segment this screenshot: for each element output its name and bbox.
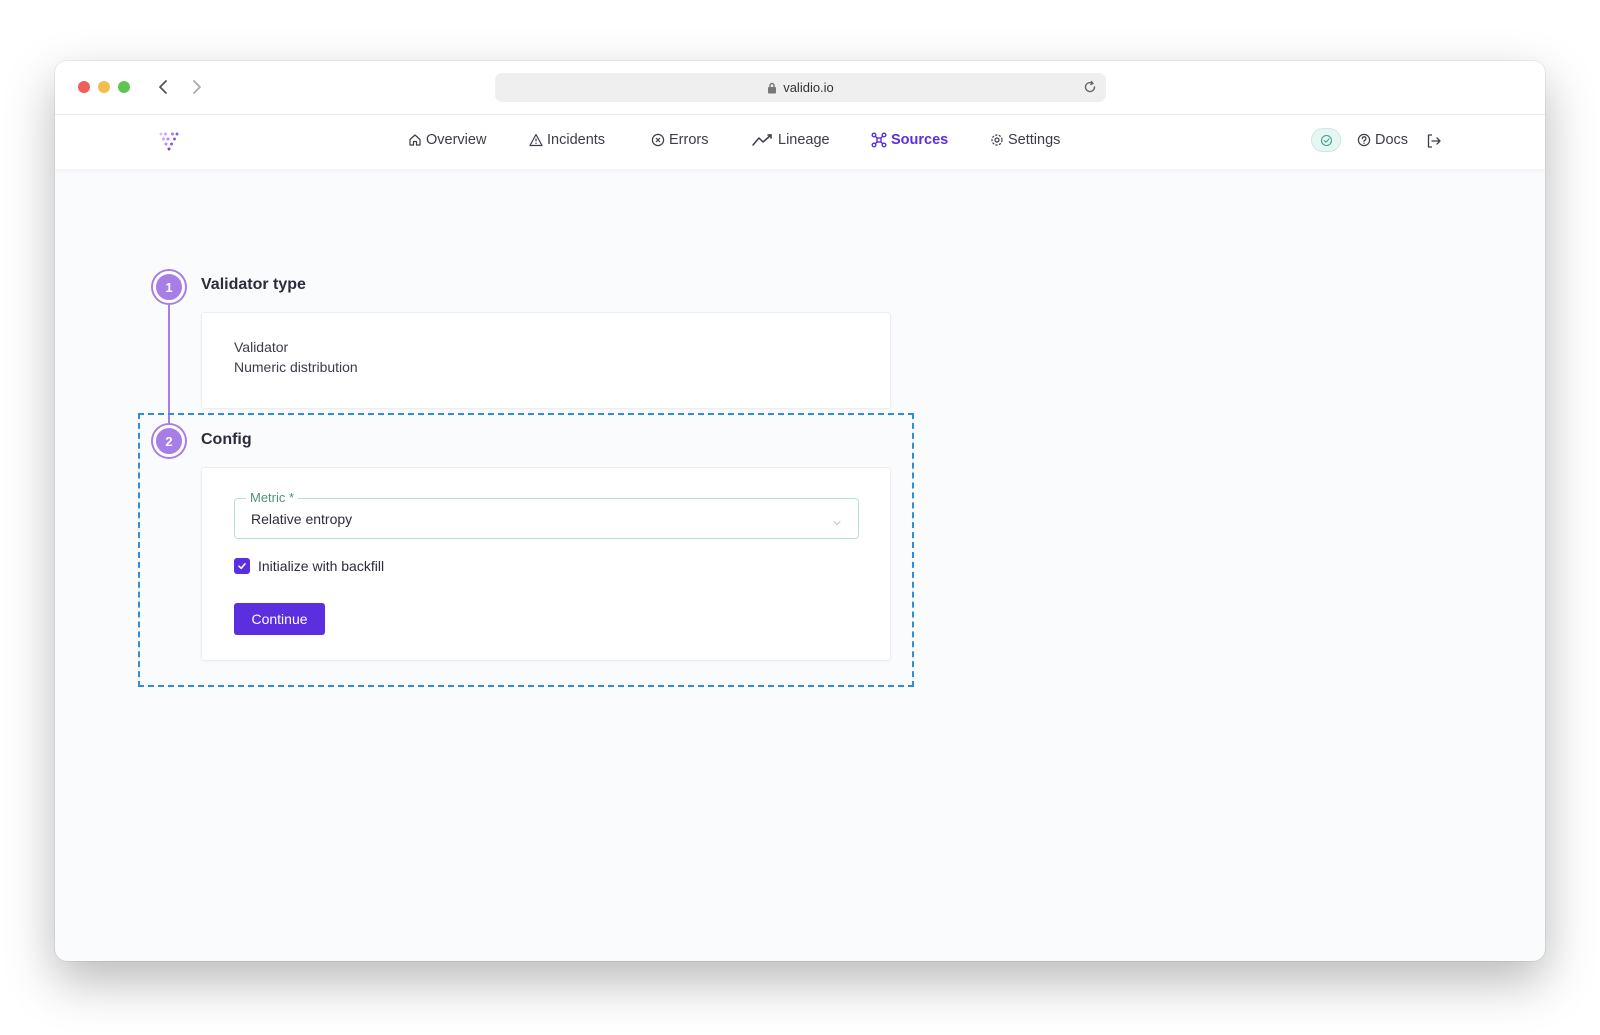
docs-link[interactable]: Docs	[1357, 132, 1408, 148]
minimize-window-button[interactable]	[98, 81, 110, 93]
nodes-icon	[871, 132, 887, 148]
address-url: validio.io	[783, 80, 834, 95]
step-connector	[168, 305, 170, 425]
step-1-indicator: 1	[153, 271, 185, 303]
app-header: Overview Incidents Errors Lineage Source…	[55, 115, 1545, 169]
browser-window: validio.io Overview Incidents Errors Lin…	[55, 61, 1545, 961]
nav-item-label: Settings	[1008, 132, 1061, 148]
validator-label: Validator	[234, 339, 289, 355]
maximize-window-button[interactable]	[118, 81, 130, 93]
close-window-button[interactable]	[78, 81, 90, 93]
reload-icon[interactable]	[1082, 79, 1098, 95]
lock-icon	[767, 82, 777, 94]
nav-item-incidents[interactable]: Incidents	[529, 132, 605, 148]
nav-item-label: Sources	[891, 132, 949, 148]
line-chart-icon	[752, 134, 772, 146]
validator-value: Numeric distribution	[234, 359, 358, 375]
nav-item-label: Incidents	[547, 132, 606, 148]
browser-toolbar: validio.io	[55, 61, 1545, 115]
docs-label: Docs	[1375, 132, 1409, 148]
nav-item-overview[interactable]: Overview	[408, 132, 486, 148]
nav-item-errors[interactable]: Errors	[651, 132, 708, 148]
check-circle-icon	[1320, 134, 1332, 146]
help-circle-icon	[1357, 133, 1371, 147]
warning-triangle-icon	[529, 133, 543, 147]
x-circle-icon	[651, 133, 665, 147]
step-number: 1	[165, 279, 173, 295]
forward-button[interactable]	[185, 74, 209, 100]
nav-item-settings[interactable]: Settings	[990, 132, 1060, 148]
nav-item-label: Lineage	[778, 132, 830, 148]
gear-icon	[991, 134, 1003, 146]
nav-item-label: Overview	[426, 132, 487, 148]
back-button[interactable]	[151, 74, 175, 100]
step-1-title: Validator type	[201, 276, 306, 293]
nav-item-sources[interactable]: Sources	[871, 132, 948, 148]
address-bar[interactable]: validio.io	[495, 73, 1106, 102]
nav-item-label: Errors	[669, 132, 709, 148]
focus-highlight	[138, 413, 914, 687]
chevron-left-icon	[159, 80, 167, 94]
home-icon	[409, 134, 421, 146]
chevron-right-icon	[193, 80, 201, 94]
validator-type-card: Validator Numeric distribution	[201, 312, 891, 409]
status-indicator[interactable]	[1311, 128, 1341, 152]
nav-item-lineage[interactable]: Lineage	[752, 132, 830, 148]
logout-icon[interactable]	[1426, 133, 1442, 154]
